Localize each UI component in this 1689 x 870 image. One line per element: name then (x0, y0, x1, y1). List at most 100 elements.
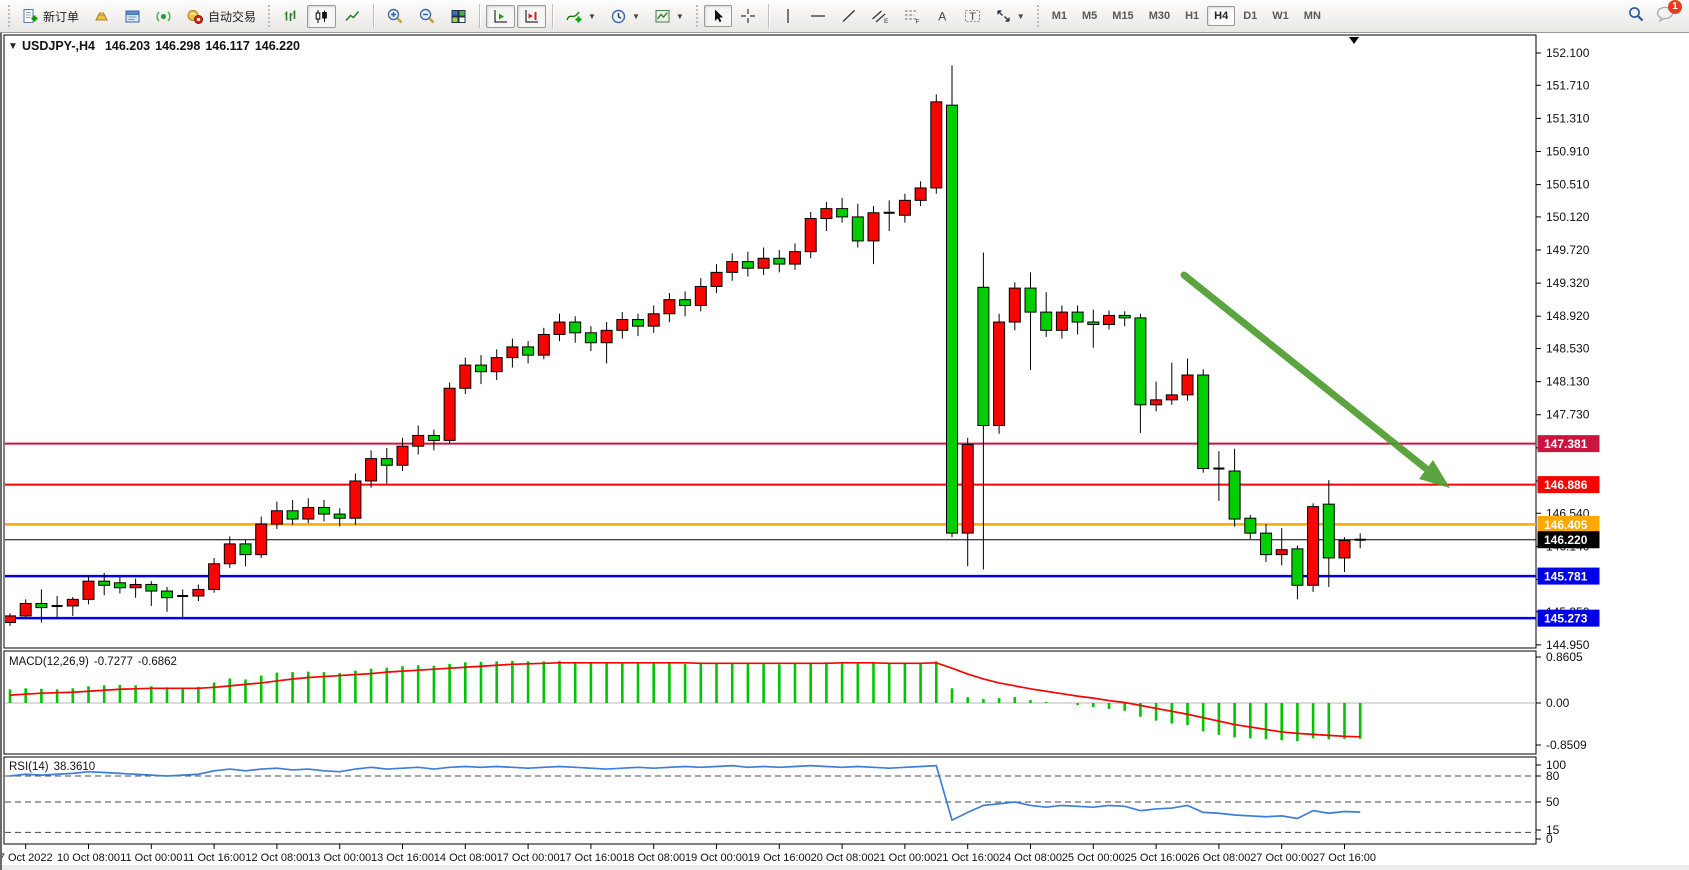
templates-button[interactable]: ▼ (648, 5, 690, 28)
candle-body (1292, 549, 1303, 585)
cursor-tool-button[interactable] (704, 5, 732, 27)
fibonacci-icon: F (903, 8, 921, 24)
svg-text:151.710: 151.710 (1546, 78, 1590, 92)
chart-shift-icon (523, 8, 540, 25)
toolbar-grip[interactable] (694, 5, 700, 27)
time-label: 27 Oct 00:00 (1250, 852, 1313, 864)
candle-body (742, 262, 753, 269)
auto-trading-icon (186, 8, 204, 25)
candle-body (1245, 518, 1256, 533)
svg-text:145.781: 145.781 (1544, 570, 1588, 584)
candle-body (648, 314, 659, 326)
timeframe-button-D1[interactable]: D1 (1236, 6, 1264, 26)
chart-collapse-arrow[interactable]: ▼ (8, 41, 18, 52)
timeframe-button-H4[interactable]: H4 (1207, 6, 1235, 26)
channel-tool-button[interactable]: E (865, 5, 895, 27)
dropdown-caret: ▼ (1017, 12, 1025, 21)
timeframe-button-H1[interactable]: H1 (1178, 6, 1206, 26)
candle-body (711, 272, 722, 286)
timeframe-button-M15[interactable]: M15 (1105, 6, 1140, 26)
zoom-out-button[interactable] (412, 4, 442, 28)
time-label: 20 Oct 08:00 (811, 852, 874, 864)
search-icon[interactable] (1627, 5, 1645, 28)
fibonacci-tool-button[interactable]: F (897, 5, 927, 27)
data-window-button[interactable] (118, 5, 147, 28)
svg-text:148.920: 148.920 (1546, 309, 1590, 323)
timeframe-button-M30[interactable]: M30 (1142, 6, 1177, 26)
candle-body (1339, 541, 1350, 558)
candle-body (507, 347, 518, 358)
dropdown-caret: ▼ (632, 12, 640, 21)
sound-signal-button[interactable] (149, 5, 178, 28)
svg-text:50: 50 (1546, 795, 1560, 809)
equidistant-channel-icon: E (871, 8, 889, 24)
horizontal-line-tool-button[interactable] (803, 5, 833, 27)
indicators-icon (565, 8, 583, 25)
vertical-line-tool-button[interactable] (775, 5, 801, 27)
new-order-label: 新订单 (43, 8, 79, 25)
arrows-tool-button[interactable]: ▼ (989, 5, 1031, 27)
candle-body (1308, 507, 1319, 586)
candle-body (350, 481, 361, 518)
horizontal-line-icon (809, 8, 827, 24)
timeframe-button-M1[interactable]: M1 (1045, 6, 1074, 26)
auto-scroll-button[interactable] (486, 5, 515, 28)
price-tag-147.381: 147.381 (1538, 435, 1600, 452)
line-chart-button[interactable] (338, 5, 367, 28)
svg-text:0: 0 (1546, 832, 1553, 846)
svg-text:150.910: 150.910 (1546, 145, 1590, 159)
candle-body (570, 322, 581, 333)
candle-body (130, 584, 141, 587)
candle-body (491, 358, 502, 372)
crosshair-tool-button[interactable] (734, 5, 762, 27)
candlestick-chart-button[interactable] (307, 5, 336, 28)
candle-body (1104, 315, 1115, 324)
time-label: 25 Oct 16:00 (1125, 852, 1188, 864)
zoom-in-button[interactable] (380, 4, 410, 28)
chat-button[interactable]: 1 (1655, 5, 1675, 28)
candle-body (554, 322, 565, 334)
candle-body (664, 300, 675, 314)
gold-icon (93, 8, 110, 25)
text-tool-button[interactable]: A (929, 5, 956, 27)
time-label: 17 Oct 16:00 (559, 852, 622, 864)
new-order-button[interactable]: 新订单 (16, 5, 85, 28)
candle-body (790, 252, 801, 264)
candle-body (837, 209, 848, 217)
time-label: 13 Oct 00:00 (308, 852, 371, 864)
svg-text:F: F (915, 19, 919, 25)
candle-body (444, 388, 455, 440)
timeframe-button-W1[interactable]: W1 (1265, 6, 1296, 26)
candle-body (585, 333, 596, 343)
text-label-tool-button[interactable]: T (958, 5, 987, 27)
arrows-icon (995, 8, 1012, 24)
candle-body (1025, 288, 1036, 312)
timeframe-toolbar: M1M5M15M30H1H4D1W1MN (1045, 6, 1328, 26)
toolbar-grip[interactable] (266, 5, 272, 27)
trendline-tool-button[interactable] (835, 5, 863, 27)
macd-label: MACD(12,26,9)-0.7277-0.6862 (9, 656, 177, 668)
toolbar-grip[interactable] (6, 5, 12, 27)
candle-body (1182, 375, 1193, 395)
toolbar-grip[interactable] (1035, 5, 1041, 27)
chart-shift-button[interactable] (517, 5, 546, 28)
auto-trading-label: 自动交易 (208, 8, 256, 25)
candle-body (931, 102, 942, 188)
candle-body (538, 334, 549, 355)
time-label: 26 Oct 08:00 (1187, 852, 1250, 864)
bar-chart-button[interactable] (276, 5, 305, 28)
indicators-button[interactable]: ▼ (559, 5, 602, 28)
timeframe-button-M5[interactable]: M5 (1075, 6, 1104, 26)
periods-button[interactable]: ▼ (604, 5, 646, 28)
cursor-icon (710, 8, 726, 24)
tile-windows-button[interactable] (444, 5, 473, 28)
market-watch-button[interactable] (87, 5, 116, 28)
candle-body (209, 564, 220, 590)
toolbar: 新订单 自动交易 (0, 0, 1689, 33)
candle-body (146, 584, 157, 591)
chart-canvas[interactable]: 152.100151.710151.310150.910150.510150.1… (2, 33, 1689, 870)
timeframe-button-MN[interactable]: MN (1297, 6, 1328, 26)
auto-trading-button[interactable]: 自动交易 (180, 5, 262, 28)
bar-chart-icon (282, 8, 299, 25)
candle-body (727, 262, 738, 273)
